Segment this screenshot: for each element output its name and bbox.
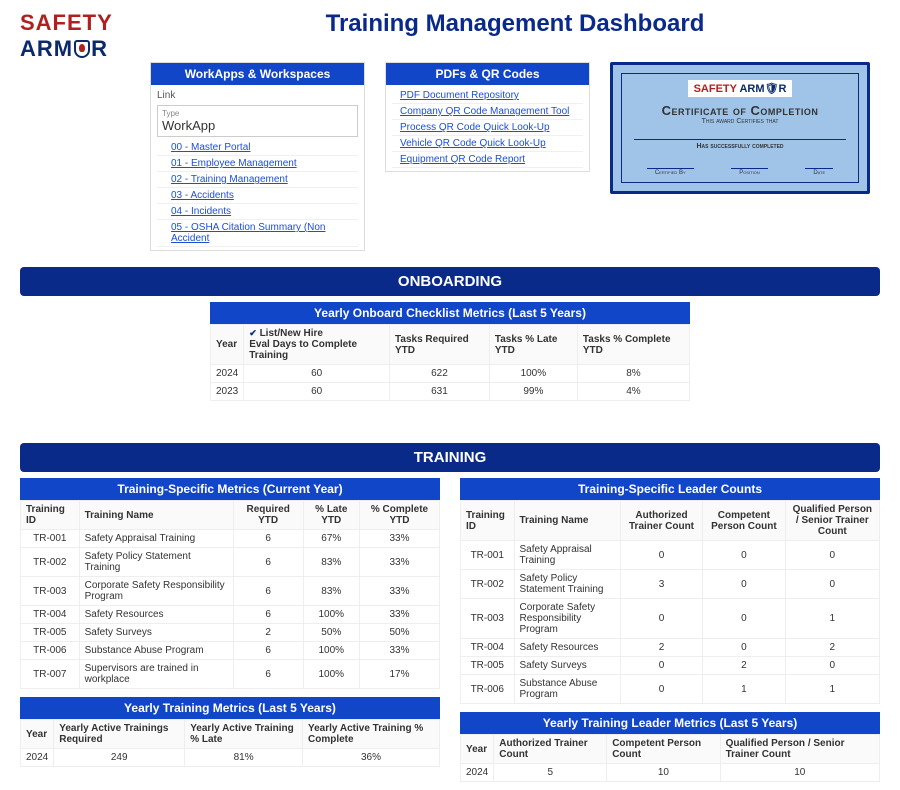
workapps-header: WorkApps & Workspaces <box>151 63 364 85</box>
onboard-table: Year ✔ List/New HireEval Days to Complet… <box>210 324 690 401</box>
certificate-completed: Has successfully completed <box>634 139 846 150</box>
table-row: TR-002Safety Policy Statement Training30… <box>461 570 880 599</box>
table-row: TR-007Supervisors are trained in workpla… <box>21 660 440 689</box>
pdfqr-link[interactable]: Company QR Code Management Tool <box>392 104 583 120</box>
logo-line1: SAFETY <box>20 10 130 36</box>
col-tasks-late: Tasks % Late YTD <box>489 325 577 365</box>
table-row: TR-003Corporate Safety Responsibility Pr… <box>461 599 880 639</box>
certificate-brand: SAFETY ARM🛡R <box>688 80 793 97</box>
workapp-link[interactable]: 02 - Training Management <box>157 172 358 188</box>
yearly-training-header: Yearly Training Metrics (Last 5 Years) <box>20 697 440 719</box>
workapp-link[interactable]: 05 - OSHA Citation Summary (Non Accident <box>157 220 358 247</box>
onboarding-section: ONBOARDING <box>20 267 880 296</box>
workapps-links: 00 - Master Portal 01 - Employee Managem… <box>157 140 358 247</box>
col-tasks-req: Tasks Required YTD <box>390 325 490 365</box>
table-row: TR-005Safety Surveys020 <box>461 657 880 675</box>
workapp-link[interactable]: 00 - Master Portal <box>157 140 358 156</box>
logo: SAFETY ARMR <box>20 10 130 62</box>
workapp-link[interactable]: 01 - Employee Management <box>157 156 358 172</box>
onboard-subheader: Yearly Onboard Checklist Metrics (Last 5… <box>210 302 690 324</box>
shield-icon <box>74 40 90 58</box>
workapp-link[interactable]: 03 - Accidents <box>157 188 358 204</box>
table-row: TR-001Safety Appraisal Training000 <box>461 541 880 570</box>
workapp-type: Type WorkApp <box>157 105 358 137</box>
table-row: TR-005Safety Surveys250%50% <box>21 624 440 642</box>
col-year: Year <box>211 325 244 365</box>
pdfqr-link[interactable]: Vehicle QR Code Quick Look-Up <box>392 136 583 152</box>
certificate-signatures: Certified By Position Date <box>628 168 852 176</box>
logo-line2: ARMR <box>20 36 130 62</box>
page-title: Training Management Dashboard <box>150 10 880 38</box>
col-tasks-comp: Tasks % Complete YTD <box>577 325 689 365</box>
table-row: TR-006Substance Abuse Program011 <box>461 675 880 704</box>
table-row: 2024 5 10 10 <box>461 764 880 782</box>
certificate: SAFETY ARM🛡R Certificate of Completion T… <box>610 62 870 194</box>
table-row: 2024 60 622 100% 8% <box>211 365 690 383</box>
workapps-panel: WorkApps & Workspaces Link Type WorkApp … <box>150 62 365 251</box>
pdfqr-panel: PDFs & QR Codes PDF Document Repository … <box>385 62 590 172</box>
training-specific-table: Training ID Training Name Required YTD %… <box>20 500 440 689</box>
yearly-leader-table: Year Authorized Trainer Count Competent … <box>460 734 880 782</box>
table-row: TR-003Corporate Safety Responsibility Pr… <box>21 577 440 606</box>
yearly-leader-header: Yearly Training Leader Metrics (Last 5 Y… <box>460 712 880 734</box>
pdfqr-link[interactable]: PDF Document Repository <box>392 88 583 104</box>
table-row: TR-001Safety Appraisal Training667%33% <box>21 530 440 548</box>
training-specific-header: Training-Specific Metrics (Current Year) <box>20 478 440 500</box>
certificate-sub: This award Certifies that <box>628 118 852 125</box>
leader-counts-table: Training ID Training Name Authorized Tra… <box>460 500 880 704</box>
table-row: TR-006Substance Abuse Program6100%33% <box>21 642 440 660</box>
leader-counts-header: Training-Specific Leader Counts <box>460 478 880 500</box>
table-row: TR-002Safety Policy Statement Training68… <box>21 548 440 577</box>
certificate-title: Certificate of Completion <box>628 103 852 118</box>
workapp-link[interactable]: 04 - Incidents <box>157 204 358 220</box>
link-column-label: Link <box>157 88 358 105</box>
pdfqr-header: PDFs & QR Codes <box>386 63 589 85</box>
table-row: TR-004Safety Resources202 <box>461 639 880 657</box>
pdfqr-links: PDF Document Repository Company QR Code … <box>392 88 583 168</box>
pdfqr-link[interactable]: Equipment QR Code Report <box>392 152 583 168</box>
table-row: 2024 249 81% 36% <box>21 749 440 767</box>
table-row: 2023 60 631 99% 4% <box>211 383 690 401</box>
col-evaldays: ✔ List/New HireEval Days to Complete Tra… <box>244 325 390 365</box>
check-icon: ✔ <box>249 328 257 338</box>
training-section: TRAINING <box>20 443 880 472</box>
yearly-training-table: Year Yearly Active Trainings Required Ye… <box>20 719 440 767</box>
pdfqr-link[interactable]: Process QR Code Quick Look-Up <box>392 120 583 136</box>
table-row: TR-004Safety Resources6100%33% <box>21 606 440 624</box>
